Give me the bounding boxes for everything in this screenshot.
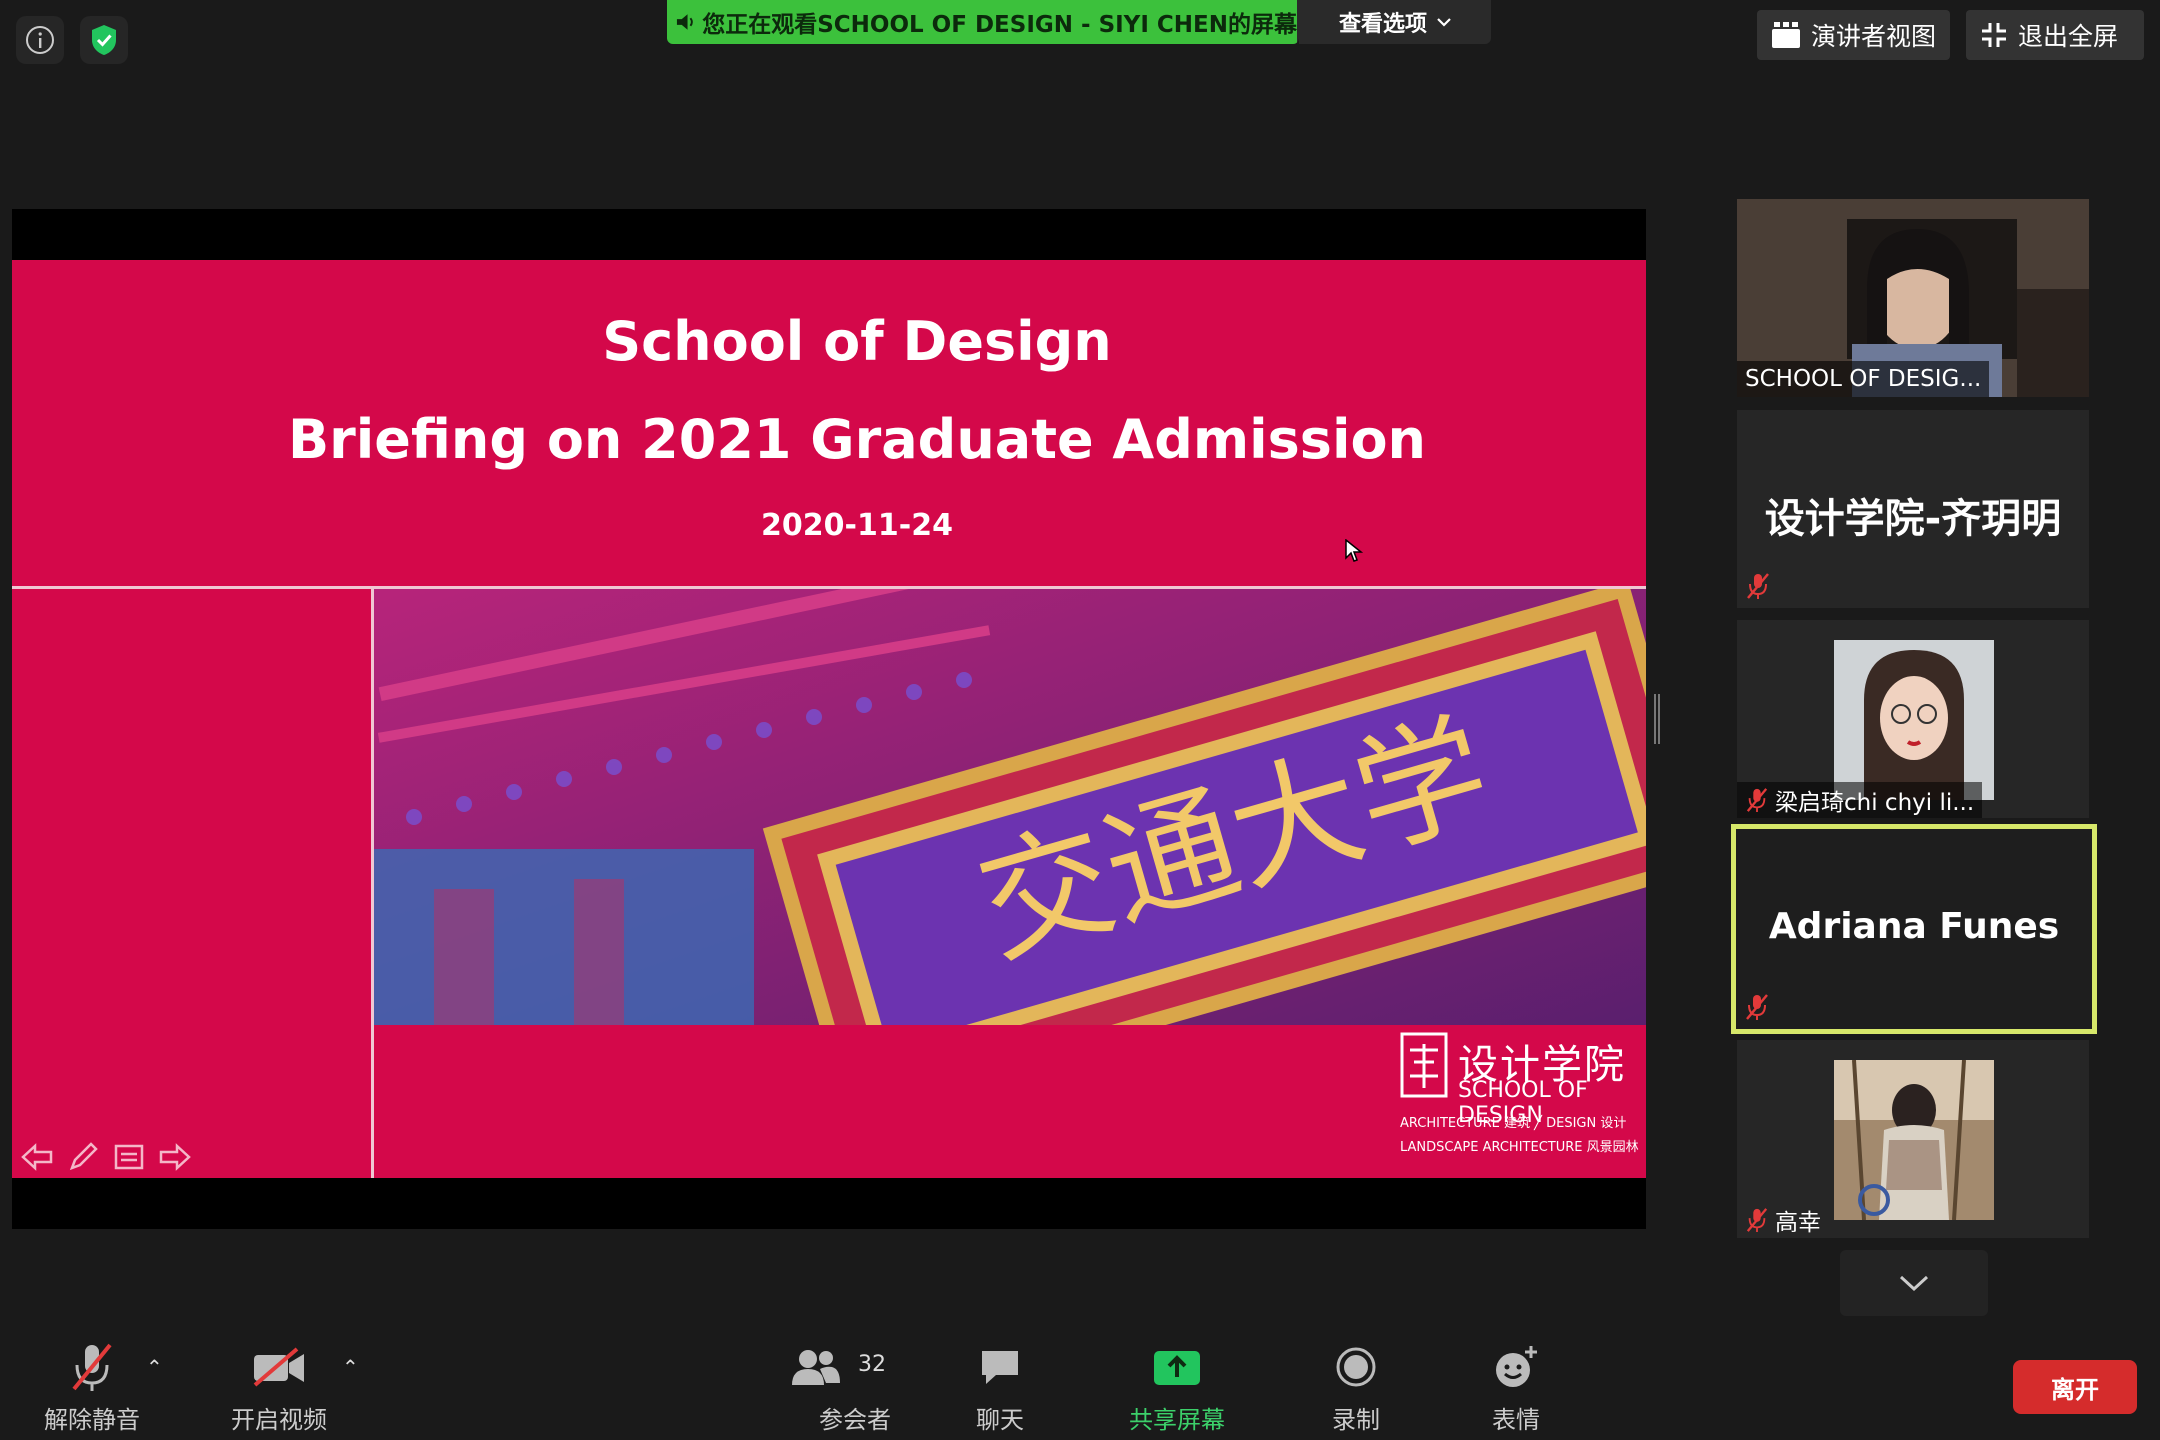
participant-name-label: SCHOOL OF DESIG...	[1737, 361, 1990, 397]
start-video-button[interactable]: 开启视频	[222, 1340, 336, 1436]
school-of-design-logo: 设计学院 SCHOOL OF DESIGN ARCHITECTURE 建筑 ╱ …	[1400, 1030, 1639, 1160]
participant-tile[interactable]: 设计学院-齐玥明	[1737, 410, 2089, 608]
record-label: 录制	[1332, 1406, 1380, 1434]
chat-button[interactable]: 聊天	[960, 1340, 1040, 1436]
avatar	[1834, 1060, 1994, 1220]
participant-name-label: 梁启琦chi chyi li...	[1737, 782, 1983, 818]
muted-mic-icon	[1747, 573, 1769, 599]
shared-screen: School of Design Briefing on 2021 Gradua…	[12, 209, 1646, 1229]
chevron-down-icon	[1899, 1275, 1929, 1292]
reactions-label: 表情	[1492, 1406, 1540, 1434]
slide-date: 2020-11-24	[761, 508, 953, 543]
participant-tile[interactable]: 梁启琦chi chyi li...	[1737, 620, 2089, 818]
mouse-cursor-icon	[1345, 539, 1363, 562]
share-screen-label: 共享屏幕	[1129, 1406, 1225, 1434]
pen-icon[interactable]	[66, 1140, 100, 1174]
chat-icon	[982, 1351, 1018, 1384]
audio-options-caret-icon[interactable]: ⌃	[146, 1355, 163, 1379]
muted-mic-icon	[1746, 1208, 1768, 1232]
participant-tile[interactable]: 高幸	[1737, 1040, 2089, 1238]
speaker-icon	[676, 14, 693, 30]
share-status-text: 您正在观看SCHOOL OF DESIGN - SIYI CHEN的屏幕	[702, 12, 1297, 38]
video-options-caret-icon[interactable]: ⌃	[342, 1355, 359, 1379]
slide-title: School of Design	[602, 310, 1112, 373]
leave-label: 离开	[2051, 1375, 2099, 1404]
participant-count: 32	[858, 1352, 886, 1377]
exit-fullscreen-label: 退出全屏	[2018, 22, 2119, 51]
chevron-down-icon	[1437, 18, 1451, 27]
info-icon[interactable]	[16, 16, 64, 64]
chat-label: 聊天	[976, 1406, 1024, 1434]
speaker-view-button[interactable]: 演讲者视图	[1757, 10, 1950, 60]
participants-label: 参会者	[819, 1406, 891, 1434]
participants-button[interactable]: 参会者	[790, 1340, 920, 1436]
unmute-label: 解除静音	[44, 1406, 140, 1434]
participant-tile[interactable]: SCHOOL OF DESIG...	[1737, 199, 2089, 397]
muted-mic-icon	[72, 1343, 112, 1391]
video-off-icon	[253, 1347, 304, 1387]
participant-display-name: Adriana Funes	[1768, 906, 2060, 947]
active-speaker-tile[interactable]: Adriana Funes	[1731, 824, 2097, 1034]
share-status-label: 您正在观看SCHOOL OF DESIGN - SIYI CHEN的屏幕	[667, 0, 1297, 44]
presentation-slide: School of Design Briefing on 2021 Gradua…	[12, 260, 1646, 1178]
scroll-participants-down-button[interactable]	[1840, 1250, 1988, 1316]
share-screen-button[interactable]: 共享屏幕	[1120, 1340, 1234, 1436]
muted-mic-icon	[1746, 788, 1768, 812]
view-options-label: 查看选项	[1338, 12, 1427, 37]
participant-display-name: 设计学院-齐玥明	[1764, 496, 2062, 542]
slide-navigation	[20, 1140, 192, 1174]
next-slide-icon[interactable]	[158, 1140, 192, 1174]
record-button[interactable]: 录制	[1320, 1340, 1392, 1436]
screen-share-banner: 您正在观看SCHOOL OF DESIGN - SIYI CHEN的屏幕	[667, 0, 1299, 44]
security-shield-icon[interactable]	[80, 16, 128, 64]
logo-subtitle-2: LANDSCAPE ARCHITECTURE 风景园林	[1400, 1140, 1639, 1155]
speaker-view-label: 演讲者视图	[1811, 22, 1937, 51]
participants-icon	[792, 1350, 840, 1385]
exit-fullscreen-button[interactable]: 退出全屏	[1966, 10, 2144, 60]
panel-resize-handle[interactable]	[1654, 694, 1660, 744]
speaker-view-icon	[1772, 22, 1800, 48]
avatar	[1834, 640, 1994, 800]
campus-gate-photo: 交通大学	[374, 589, 1646, 1025]
logo-subtitle-1: ARCHITECTURE 建筑 ╱ DESIGN 设计	[1400, 1116, 1627, 1131]
start-video-label: 开启视频	[231, 1406, 327, 1434]
emoji-plus-icon	[1496, 1346, 1537, 1387]
muted-mic-icon	[1746, 994, 1768, 1020]
view-options-button[interactable]: 查看选项	[1299, 0, 1491, 44]
previous-slide-icon[interactable]	[20, 1140, 54, 1174]
share-screen-icon	[1154, 1351, 1200, 1385]
unmute-button[interactable]: 解除静音	[40, 1340, 144, 1436]
leave-meeting-button[interactable]: 离开	[2013, 1360, 2137, 1414]
exit-fullscreen-icon	[1982, 23, 2006, 47]
participant-name-label: 高幸	[1737, 1202, 1829, 1238]
slide-subtitle: Briefing on 2021 Graduate Admission	[287, 408, 1426, 471]
record-icon	[1336, 1347, 1376, 1387]
slide-menu-icon[interactable]	[112, 1140, 146, 1174]
reactions-button[interactable]: 表情	[1480, 1340, 1552, 1436]
